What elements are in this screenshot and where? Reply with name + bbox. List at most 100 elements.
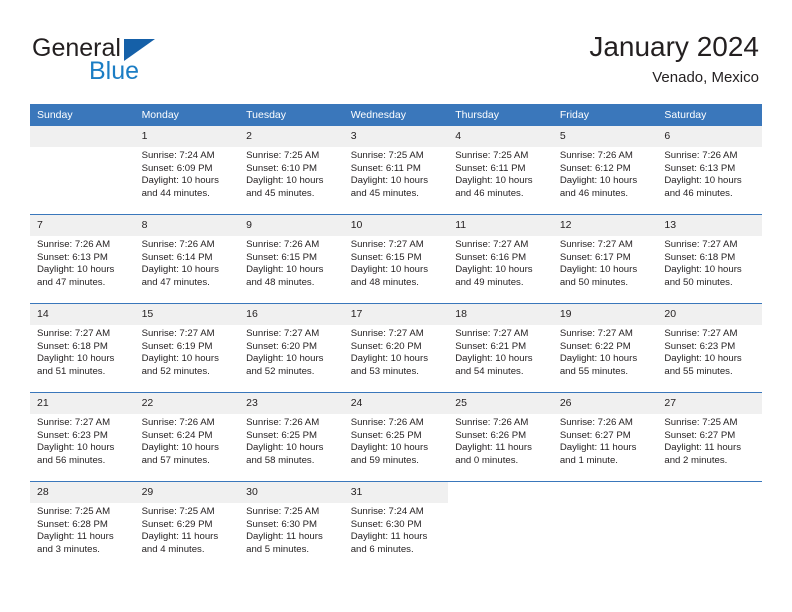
calendar-day-cell[interactable]	[448, 481, 553, 570]
day-number: 25	[448, 393, 553, 414]
sunrise-text: Sunrise: 7:26 AM	[559, 417, 633, 428]
day-cell-inner: 11 Sunrise: 7:27 AM Sunset: 6:16 PM Dayligh…	[448, 215, 553, 303]
calendar-day-cell[interactable]: 19 Sunrise: 7:27 AM Sunset: 6:22 PM Dayligh…	[552, 303, 658, 393]
sunrise-text: Sunrise: 7:27 AM	[141, 328, 215, 339]
daylight-text: and 6 minutes.	[350, 543, 414, 555]
calendar-day-cell[interactable]: 26 Sunrise: 7:26 AM Sunset: 6:27 PM Dayligh…	[552, 392, 658, 482]
day-cell-inner: 15 Sunrise: 7:27 AM Sunset: 6:19 PM Dayligh…	[134, 304, 240, 392]
calendar-day-cell[interactable]: 12 Sunrise: 7:27 AM Sunset: 6:17 PM Dayligh…	[552, 214, 658, 304]
day-number: 24	[343, 393, 449, 414]
day-sun-info: Sunrise: 7:25 AM Sunset: 6:30 PM Daylight:…	[239, 503, 344, 556]
sunset-text: Sunset: 6:22 PM	[559, 340, 631, 352]
daylight-text: and 51 minutes.	[37, 365, 106, 377]
daylight-text: Daylight: 10 hours	[350, 353, 429, 365]
sunrise-text: Sunrise: 7:26 AM	[350, 417, 424, 428]
day-cell-inner: 4 Sunrise: 7:25 AM Sunset: 6:11 PM Daylight…	[448, 126, 553, 214]
day-sun-info: Sunrise: 7:25 AM Sunset: 6:28 PM Daylight:…	[30, 503, 135, 556]
daylight-text: and 49 minutes.	[455, 276, 524, 288]
day-number: 1	[134, 126, 240, 147]
sunrise-text: Sunrise: 7:27 AM	[664, 239, 738, 250]
daylight-text: Daylight: 10 hours	[246, 264, 324, 276]
day-cell-inner: 26 Sunrise: 7:26 AM Sunset: 6:27 PM Dayligh…	[552, 393, 658, 481]
calendar-body: 1 Sunrise: 7:24 AM Sunset: 6:09 PM Daylight…	[30, 126, 762, 570]
daylight-text: and 44 minutes.	[141, 187, 210, 199]
calendar-day-cell[interactable]: 16 Sunrise: 7:27 AM Sunset: 6:20 PM Dayligh…	[239, 303, 344, 393]
calendar-day-cell[interactable]: 18 Sunrise: 7:27 AM Sunset: 6:21 PM Dayligh…	[448, 303, 553, 393]
calendar-day-cell[interactable]: 2 Sunrise: 7:25 AM Sunset: 6:10 PM Daylight…	[239, 126, 344, 215]
sunrise-text: Sunrise: 7:25 AM	[246, 506, 320, 517]
day-number: 7	[30, 215, 135, 236]
daylight-text: Daylight: 10 hours	[350, 442, 429, 454]
sunset-text: Sunset: 6:25 PM	[246, 429, 318, 441]
sunrise-text: Sunrise: 7:25 AM	[350, 150, 424, 161]
calendar-day-cell[interactable]: 25 Sunrise: 7:26 AM Sunset: 6:26 PM Dayligh…	[448, 392, 553, 482]
calendar-day-cell[interactable]: 14 Sunrise: 7:27 AM Sunset: 6:18 PM Dayligh…	[30, 303, 135, 393]
daylight-text: Daylight: 10 hours	[559, 353, 638, 365]
calendar-day-cell[interactable]: 8 Sunrise: 7:26 AM Sunset: 6:14 PM Daylight…	[134, 214, 240, 304]
calendar-day-cell[interactable]: 3 Sunrise: 7:25 AM Sunset: 6:11 PM Daylight…	[343, 126, 449, 215]
day-cell-inner	[30, 126, 135, 214]
calendar-day-cell[interactable]	[552, 481, 658, 570]
day-sun-info: Sunrise: 7:27 AM Sunset: 6:22 PM Daylight:…	[553, 325, 658, 378]
calendar-day-cell[interactable]: 30 Sunrise: 7:25 AM Sunset: 6:30 PM Dayligh…	[239, 481, 344, 570]
day-number: 19	[552, 304, 658, 325]
calendar-day-cell[interactable]: 20 Sunrise: 7:27 AM Sunset: 6:23 PM Dayligh…	[657, 303, 762, 393]
sunset-text: Sunset: 6:17 PM	[559, 251, 631, 263]
daylight-text: Daylight: 10 hours	[37, 264, 115, 276]
calendar-day-cell[interactable]: 23 Sunrise: 7:26 AM Sunset: 6:25 PM Dayligh…	[239, 392, 344, 482]
day-sun-info: Sunrise: 7:24 AM Sunset: 6:09 PM Daylight:…	[135, 147, 240, 200]
day-cell-inner: 20 Sunrise: 7:27 AM Sunset: 6:23 PM Dayligh…	[657, 304, 762, 392]
calendar-day-cell[interactable]: 13 Sunrise: 7:27 AM Sunset: 6:18 PM Dayligh…	[657, 214, 762, 304]
calendar-day-cell[interactable]: 21 Sunrise: 7:27 AM Sunset: 6:23 PM Dayligh…	[30, 392, 135, 482]
daylight-text: and 55 minutes.	[559, 365, 629, 377]
calendar-day-cell[interactable]: 11 Sunrise: 7:27 AM Sunset: 6:16 PM Dayligh…	[448, 214, 553, 304]
weekday-header-friday: Friday	[552, 104, 658, 126]
calendar-day-cell[interactable]: 31 Sunrise: 7:24 AM Sunset: 6:30 PM Dayligh…	[343, 481, 449, 570]
sunset-text: Sunset: 6:09 PM	[141, 162, 213, 174]
calendar-day-cell[interactable]: 24 Sunrise: 7:26 AM Sunset: 6:25 PM Dayligh…	[343, 392, 449, 482]
sunset-text: Sunset: 6:20 PM	[350, 340, 422, 352]
day-number: 16	[239, 304, 344, 325]
daylight-text: and 47 minutes.	[37, 276, 106, 288]
sunset-text: Sunset: 6:18 PM	[37, 340, 108, 352]
day-cell-inner: 23 Sunrise: 7:26 AM Sunset: 6:25 PM Dayligh…	[239, 393, 344, 481]
sunset-text: Sunset: 6:15 PM	[350, 251, 422, 263]
sunrise-text: Sunrise: 7:27 AM	[664, 328, 738, 339]
sunset-text: Sunset: 6:27 PM	[664, 429, 736, 441]
calendar-day-cell[interactable]: 1 Sunrise: 7:24 AM Sunset: 6:09 PM Daylight…	[134, 126, 240, 215]
calendar-day-cell[interactable]	[657, 481, 762, 570]
day-number: 5	[552, 126, 658, 147]
calendar-day-cell[interactable]: 15 Sunrise: 7:27 AM Sunset: 6:19 PM Dayligh…	[134, 303, 240, 393]
daylight-text: Daylight: 11 hours	[559, 442, 637, 454]
calendar-day-cell[interactable]: 6 Sunrise: 7:26 AM Sunset: 6:13 PM Daylight…	[657, 126, 762, 215]
daylight-text: Daylight: 10 hours	[559, 175, 638, 187]
calendar-day-cell[interactable]: 4 Sunrise: 7:25 AM Sunset: 6:11 PM Daylight…	[448, 126, 553, 215]
day-cell-inner: 10 Sunrise: 7:27 AM Sunset: 6:15 PM Dayligh…	[343, 215, 449, 303]
calendar-day-cell[interactable]: 29 Sunrise: 7:25 AM Sunset: 6:29 PM Dayligh…	[134, 481, 240, 570]
day-number: 17	[343, 304, 449, 325]
day-number	[30, 126, 135, 147]
day-cell-inner: 3 Sunrise: 7:25 AM Sunset: 6:11 PM Daylight…	[343, 126, 449, 214]
sunset-text: Sunset: 6:28 PM	[37, 518, 108, 530]
general-blue-logo[interactable]: General Blue	[32, 34, 172, 86]
day-cell-inner: 6 Sunrise: 7:26 AM Sunset: 6:13 PM Daylight…	[657, 126, 762, 214]
calendar-day-cell[interactable]: 22 Sunrise: 7:26 AM Sunset: 6:24 PM Dayligh…	[134, 392, 240, 482]
daylight-text: and 47 minutes.	[141, 276, 210, 288]
daylight-text: and 52 minutes.	[246, 365, 315, 377]
calendar-day-cell[interactable]: 27 Sunrise: 7:25 AM Sunset: 6:27 PM Dayligh…	[657, 392, 762, 482]
calendar-day-cell[interactable]: 9 Sunrise: 7:26 AM Sunset: 6:15 PM Daylight…	[239, 214, 344, 304]
calendar-day-cell[interactable]: 7 Sunrise: 7:26 AM Sunset: 6:13 PM Daylight…	[30, 214, 135, 304]
calendar-day-cell[interactable]: 17 Sunrise: 7:27 AM Sunset: 6:20 PM Dayligh…	[343, 303, 449, 393]
calendar-day-cell[interactable]	[30, 126, 135, 215]
page-subtitle: Venado, Mexico	[652, 69, 759, 86]
sunrise-text: Sunrise: 7:27 AM	[559, 239, 633, 250]
calendar-day-cell[interactable]: 28 Sunrise: 7:25 AM Sunset: 6:28 PM Dayligh…	[30, 481, 135, 570]
day-number	[552, 482, 658, 503]
day-sun-info: Sunrise: 7:27 AM Sunset: 6:20 PM Daylight:…	[344, 325, 449, 378]
calendar-day-cell[interactable]: 10 Sunrise: 7:27 AM Sunset: 6:15 PM Dayligh…	[343, 214, 449, 304]
daylight-text: Daylight: 10 hours	[141, 175, 219, 187]
sunrise-text: Sunrise: 7:25 AM	[37, 506, 111, 517]
day-cell-inner: 18 Sunrise: 7:27 AM Sunset: 6:21 PM Dayligh…	[448, 304, 553, 392]
calendar-day-cell[interactable]: 5 Sunrise: 7:26 AM Sunset: 6:12 PM Daylight…	[552, 126, 658, 215]
daylight-text: Daylight: 10 hours	[141, 264, 219, 276]
